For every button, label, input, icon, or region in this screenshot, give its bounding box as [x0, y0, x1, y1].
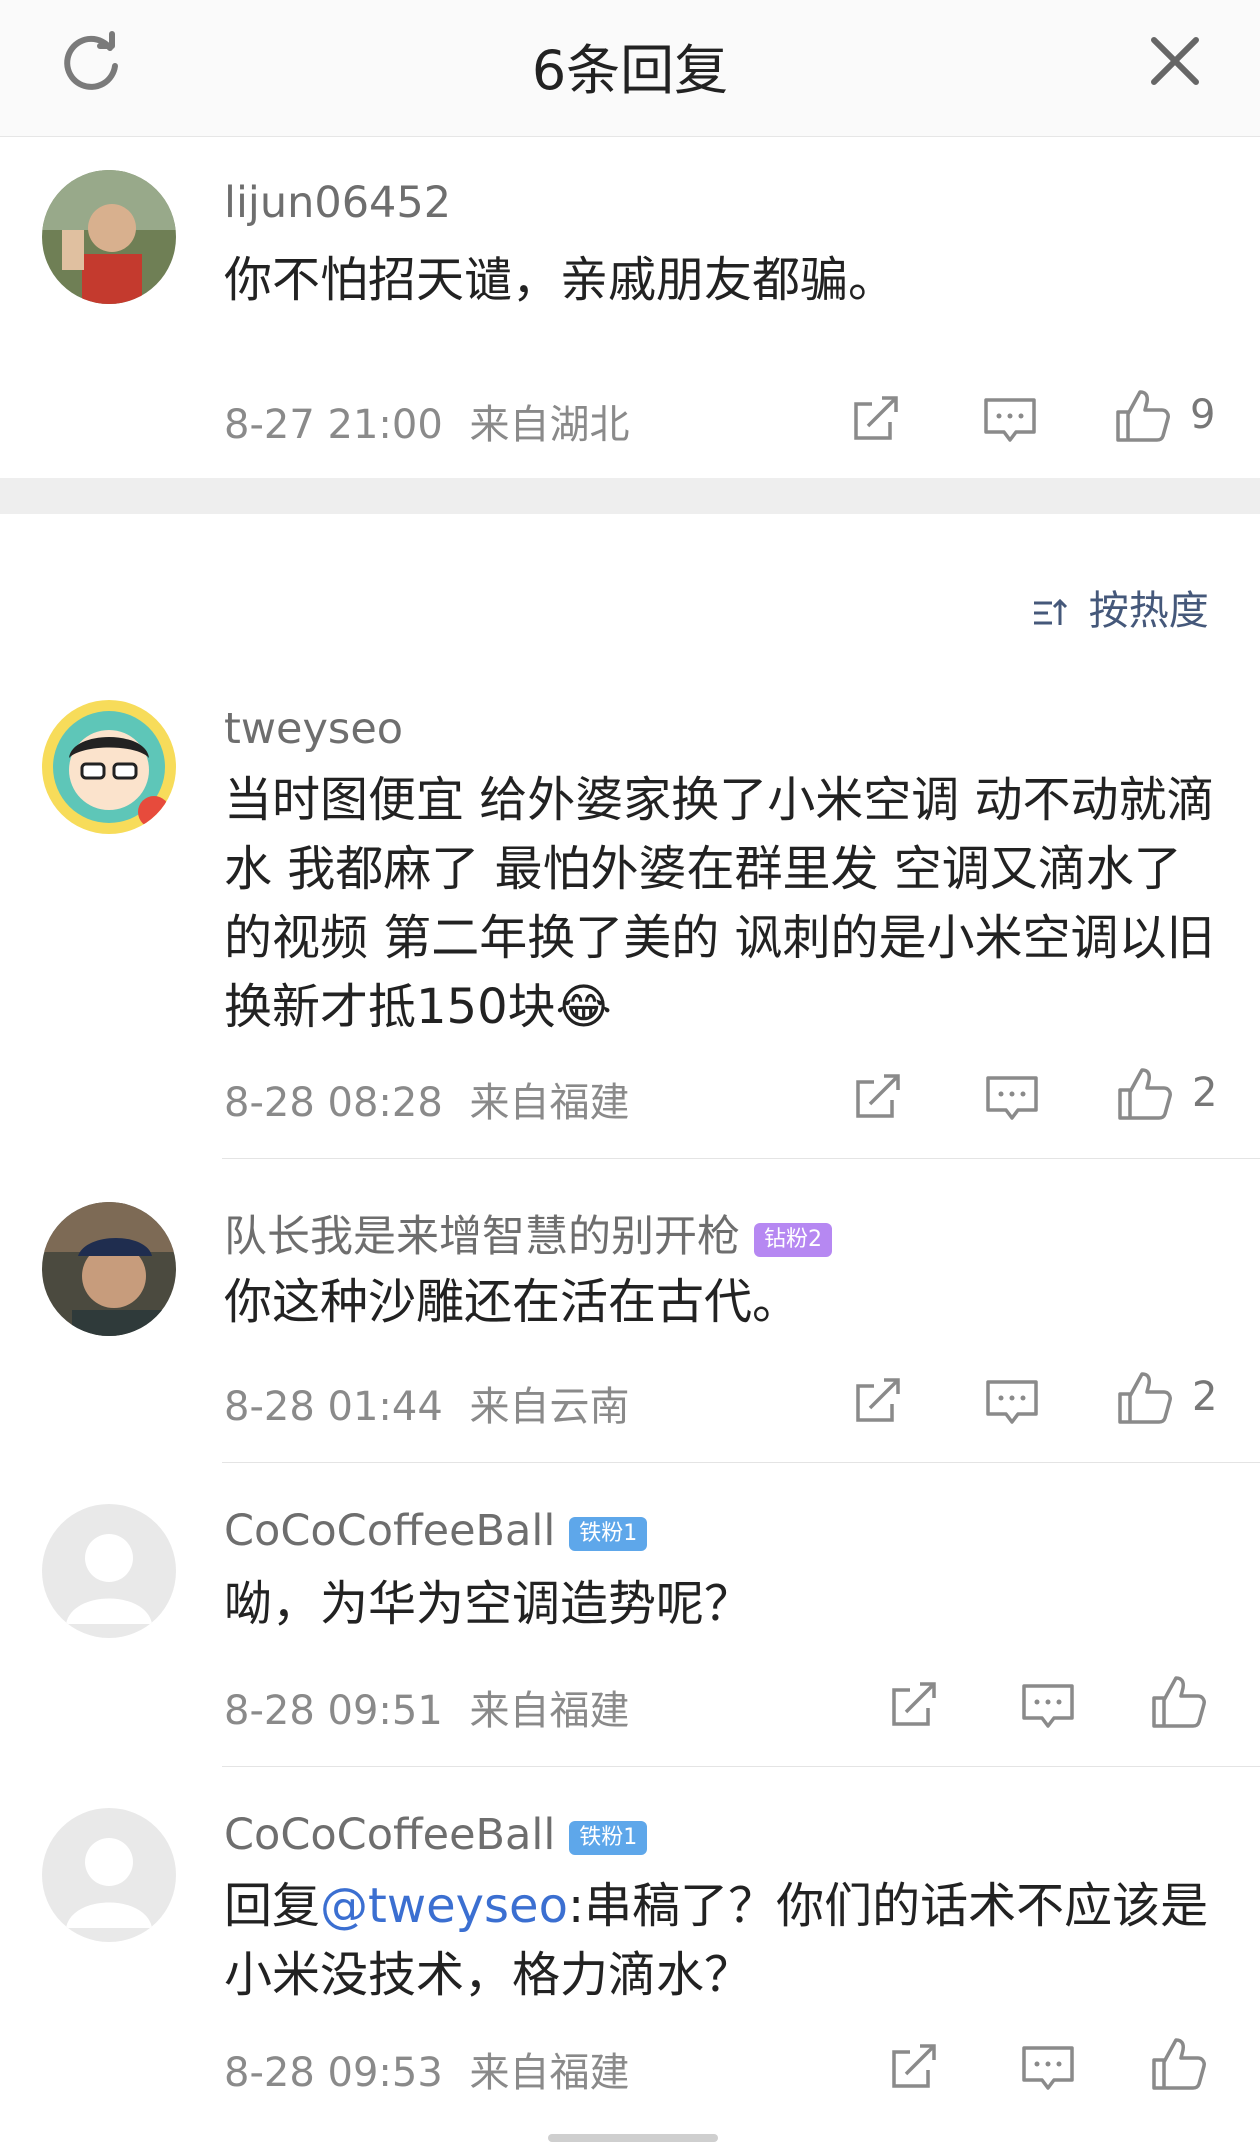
page-title: 6条回复 — [531, 39, 729, 102]
avatar[interactable] — [42, 700, 176, 834]
comment-meta: 8-28 01:44 来自云南 — [224, 1374, 630, 1432]
comment-text: 回复@tweyseo:串稿了？你们的话术不应该是小米没技术，格力滴水？ — [224, 1872, 1224, 2010]
like-count: 2 — [1192, 1070, 1218, 1116]
comment-location: 来自湖北 — [469, 402, 630, 448]
comment-time: 8-28 08:28 — [224, 1080, 443, 1126]
comment-time: 8-28 09:51 — [224, 1688, 443, 1734]
fan-badge: 铁粉1 — [569, 1516, 648, 1551]
comment-location: 来自福建 — [469, 1080, 630, 1126]
username-text: CoCoCoffeeBall — [224, 1810, 556, 1860]
fan-badge: 铁粉1 — [569, 1820, 648, 1855]
comment-meta: 8-28 08:28 来自福建 — [224, 1070, 630, 1128]
username-text: 队长我是来增智慧的别开枪 — [224, 1212, 740, 1262]
sort-toggle[interactable]: 按热度 — [1030, 578, 1209, 636]
comment-location: 来自福建 — [469, 1688, 630, 1734]
avatar[interactable] — [42, 170, 176, 304]
comment-text: 你不怕招天谴，亲戚朋友都骗。 — [224, 252, 897, 308]
username[interactable]: 队长我是来增智慧的别开枪 钻粉2 — [224, 1202, 832, 1264]
username[interactable]: CoCoCoffeeBall 铁粉1 — [224, 1506, 648, 1556]
like-count: 9 — [1190, 392, 1216, 438]
comment-time: 8-28 01:44 — [224, 1384, 443, 1430]
avatar[interactable] — [42, 1202, 176, 1336]
like-count: 2 — [1192, 1374, 1218, 1420]
thumbs-up-icon[interactable] — [1114, 1064, 1174, 1124]
comment-text: 当时图便宜 给外婆家换了小米空调 动不动就滴水 我都麻了 最怕外婆在群里发 空调… — [224, 772, 1215, 1035]
comment-icon[interactable] — [1018, 1676, 1078, 1736]
divider — [222, 1766, 1260, 1767]
comment-icon[interactable] — [982, 1372, 1042, 1432]
share-icon[interactable] — [848, 1066, 908, 1126]
avatar[interactable] — [42, 1808, 176, 1942]
home-indicator — [548, 2134, 718, 2142]
comment-text: 你这种沙雕还在活在古代。 — [224, 1274, 801, 1330]
share-icon[interactable] — [846, 388, 906, 448]
comment-text: 呦，为华为空调造势呢？ — [224, 1576, 753, 1632]
username[interactable]: CoCoCoffeeBall 铁粉1 — [224, 1810, 648, 1860]
comment-icon[interactable] — [1018, 2038, 1078, 2098]
share-icon[interactable] — [884, 2036, 944, 2096]
share-icon[interactable] — [884, 1674, 944, 1734]
thumbs-up-icon[interactable] — [1148, 1672, 1208, 1732]
divider — [222, 1158, 1260, 1159]
username-text: CoCoCoffeeBall — [224, 1506, 556, 1556]
comment-meta: 8-27 21:00 来自湖北 — [224, 392, 630, 450]
header-bar: 6条回复 — [0, 0, 1260, 137]
username[interactable]: tweyseo — [224, 704, 403, 754]
section-divider — [0, 478, 1260, 514]
thumbs-up-icon[interactable] — [1148, 2034, 1208, 2094]
reply-prefix: 回复 — [224, 1878, 321, 1934]
share-icon[interactable] — [848, 1370, 908, 1430]
fan-badge: 钻粉2 — [754, 1222, 832, 1257]
comment-meta: 8-28 09:53 来自福建 — [224, 2040, 630, 2098]
comment-icon[interactable] — [980, 390, 1040, 450]
username[interactable]: lijun06452 — [224, 178, 451, 228]
comment-time: 8-28 09:53 — [224, 2050, 443, 2096]
sort-icon — [1034, 598, 1068, 625]
sort-label: 按热度 — [1088, 588, 1209, 634]
comment-meta: 8-28 09:51 来自福建 — [224, 1678, 630, 1736]
thumbs-up-icon[interactable] — [1114, 1368, 1174, 1428]
comment-icon[interactable] — [982, 1068, 1042, 1128]
comment-location: 来自福建 — [469, 2050, 630, 2096]
thumbs-up-icon[interactable] — [1112, 386, 1172, 446]
divider — [222, 1462, 1260, 1463]
mention-link[interactable]: @tweyseo — [320, 1878, 568, 1934]
avatar[interactable] — [42, 1504, 176, 1638]
comment-location: 来自云南 — [469, 1384, 630, 1430]
close-icon[interactable] — [1146, 32, 1204, 90]
comment-time: 8-27 21:00 — [224, 402, 443, 448]
